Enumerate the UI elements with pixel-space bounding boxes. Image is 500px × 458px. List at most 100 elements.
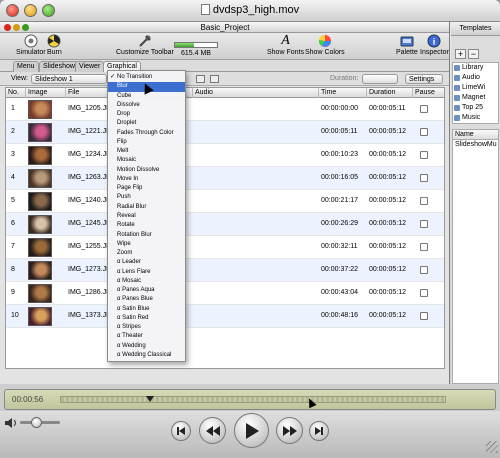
col-time[interactable]: Time — [319, 88, 367, 98]
scrub-track[interactable] — [60, 396, 446, 403]
menu-item[interactable]: ✓ No Transition — [108, 73, 185, 82]
menu-item[interactable]: Mosaic — [108, 156, 185, 165]
project-titlebar[interactable]: Basic_Project — [0, 22, 449, 33]
pause-checkbox[interactable] — [420, 266, 428, 274]
show-colors-button[interactable]: Show Colors — [305, 34, 345, 57]
window-titlebar[interactable]: dvdsp3_high.mov — [0, 0, 500, 22]
audio-icon[interactable] — [196, 75, 205, 83]
tab-menu[interactable]: Menu — [13, 61, 39, 72]
fast-forward-button[interactable] — [276, 417, 303, 444]
menu-item[interactable]: Droplet — [108, 119, 185, 128]
menu-item-label: α Satin Red — [117, 314, 149, 321]
start-time: 00:00:00:00 — [321, 105, 358, 112]
pause-checkbox[interactable] — [420, 243, 428, 251]
menu-item[interactable]: Drop — [108, 110, 185, 119]
menu-item[interactable]: α Satin Blue — [108, 305, 185, 314]
col-pause[interactable]: Pause — [413, 88, 445, 98]
pause-checkbox[interactable] — [420, 312, 428, 320]
duration-popup[interactable] — [362, 74, 398, 84]
menu-item[interactable]: Reveal — [108, 212, 185, 221]
menu-item[interactable]: α Mosaic — [108, 277, 185, 286]
resize-grip[interactable] — [486, 441, 498, 453]
settings-icon[interactable] — [210, 75, 219, 83]
go-to-end-button[interactable] — [309, 421, 329, 441]
slide-duration: 00:00:05:12 — [369, 197, 406, 204]
name-item[interactable]: SlideshowMu — [453, 140, 498, 150]
menu-item[interactable]: α Wedding — [108, 342, 185, 351]
col-no[interactable]: No. — [6, 88, 26, 98]
start-time: 00:00:26:29 — [321, 220, 358, 227]
tab-viewer[interactable]: Viewer — [75, 61, 105, 72]
col-audio[interactable]: Audio — [193, 88, 319, 98]
menu-item[interactable]: Radial Blur — [108, 203, 185, 212]
pause-checkbox[interactable] — [420, 151, 428, 159]
library-item[interactable]: Audio — [453, 73, 498, 83]
menu-item[interactable]: Flip — [108, 138, 185, 147]
rewind-button[interactable] — [199, 417, 226, 444]
playhead[interactable] — [145, 396, 154, 402]
menu-item-label: Flip — [117, 138, 127, 145]
customize-toolbar-button[interactable]: Customize Toolbar — [116, 34, 174, 57]
menu-item[interactable]: α Stripes — [108, 323, 185, 332]
table-row[interactable]: 10 IMG_1373.JP(00:00:48:16 00:00:05:12 — [6, 305, 444, 328]
library-item[interactable]: Music — [453, 113, 498, 123]
inspector-button[interactable]: i Inspector — [420, 34, 449, 57]
settings-popup[interactable]: Settings — [405, 74, 443, 84]
table-row[interactable]: 5 IMG_1240.JP(00:00:21:17 00:00:05:12 — [6, 190, 444, 213]
library-item[interactable]: Magnet — [453, 93, 498, 103]
table-row[interactable]: 6 IMG_1245.JP(00:00:26:29 00:00:05:12 — [6, 213, 444, 236]
view-popup[interactable]: Slideshow 1 — [31, 74, 107, 84]
show-fonts-button[interactable]: A Show Fonts — [267, 34, 304, 57]
table-row[interactable]: 2 IMG_1221.JP(00:00:05:11 00:00:05:12 — [6, 121, 444, 144]
menu-item[interactable]: α Panes Blue — [108, 295, 185, 304]
pause-checkbox[interactable] — [420, 289, 428, 297]
project-title: Basic_Project — [200, 23, 250, 32]
col-duration[interactable]: Duration — [367, 88, 413, 98]
menu-item[interactable]: α Leader — [108, 258, 185, 267]
name-header[interactable]: Name — [453, 130, 498, 140]
menu-item[interactable]: Melt — [108, 147, 185, 156]
simulator-button[interactable]: Simulator — [16, 34, 46, 57]
menu-item-label: Cube — [117, 92, 132, 99]
menu-item[interactable]: α Satin Red — [108, 314, 185, 323]
table-row[interactable]: 1 IMG_1205.JP(00:00:00:00 00:00:05:11 — [6, 98, 444, 121]
menu-item[interactable]: Wipe — [108, 240, 185, 249]
play-button[interactable] — [234, 413, 269, 448]
table-row[interactable]: 4 IMG_1263.JP(00:00:16:05 00:00:05:12 — [6, 167, 444, 190]
library-item[interactable]: LimeWi — [453, 83, 498, 93]
table-row[interactable]: 7 IMG_1255.JP(00:00:32:11 00:00:05:12 — [6, 236, 444, 259]
volume-knob[interactable] — [31, 417, 42, 428]
menu-item[interactable]: α Lens Flare — [108, 268, 185, 277]
menu-item[interactable]: Rotation Blur — [108, 231, 185, 240]
pause-checkbox[interactable] — [420, 220, 428, 228]
menu-item[interactable]: α Panes Aqua — [108, 286, 185, 295]
menu-item[interactable]: Push — [108, 193, 185, 202]
menu-item[interactable]: Zoom — [108, 249, 185, 258]
menu-item[interactable]: Dissolve — [108, 101, 185, 110]
menu-item[interactable]: Fades Through Color — [108, 129, 185, 138]
pause-checkbox[interactable] — [420, 197, 428, 205]
menu-item[interactable]: Move In — [108, 175, 185, 184]
menu-item[interactable]: α Theater — [108, 332, 185, 341]
burn-button[interactable]: Burn — [47, 34, 62, 57]
remove-button[interactable]: − — [468, 49, 479, 59]
library-item[interactable]: Top 25 — [453, 103, 498, 113]
table-row[interactable]: 9 IMG_1286.JP(00:00:43:04 00:00:05:12 — [6, 282, 444, 305]
library-item[interactable]: Library — [453, 63, 498, 73]
pause-checkbox[interactable] — [420, 105, 428, 113]
pause-checkbox[interactable] — [420, 174, 428, 182]
table-row[interactable]: 8 IMG_1273.JP(00:00:37:22 00:00:05:12 — [6, 259, 444, 282]
col-image[interactable]: Image — [26, 88, 66, 98]
menu-item[interactable]: α Wedding Classical — [108, 351, 185, 360]
add-button[interactable]: + — [455, 49, 466, 59]
menu-item[interactable]: Page Flip — [108, 184, 185, 193]
table-row[interactable]: 3 IMG_1234.JP(00:00:10:23 00:00:05:12 — [6, 144, 444, 167]
name-items: SlideshowMu — [453, 140, 498, 150]
menu-item[interactable]: Rotate — [108, 221, 185, 230]
tab-templates[interactable]: Templates — [451, 22, 500, 36]
menu-item[interactable]: Motion Dissolve — [108, 166, 185, 175]
pause-checkbox[interactable] — [420, 128, 428, 136]
tab-slideshow[interactable]: Slideshow — [39, 61, 79, 72]
go-to-start-button[interactable] — [171, 421, 191, 441]
palette-button[interactable]: Palette — [396, 34, 418, 57]
